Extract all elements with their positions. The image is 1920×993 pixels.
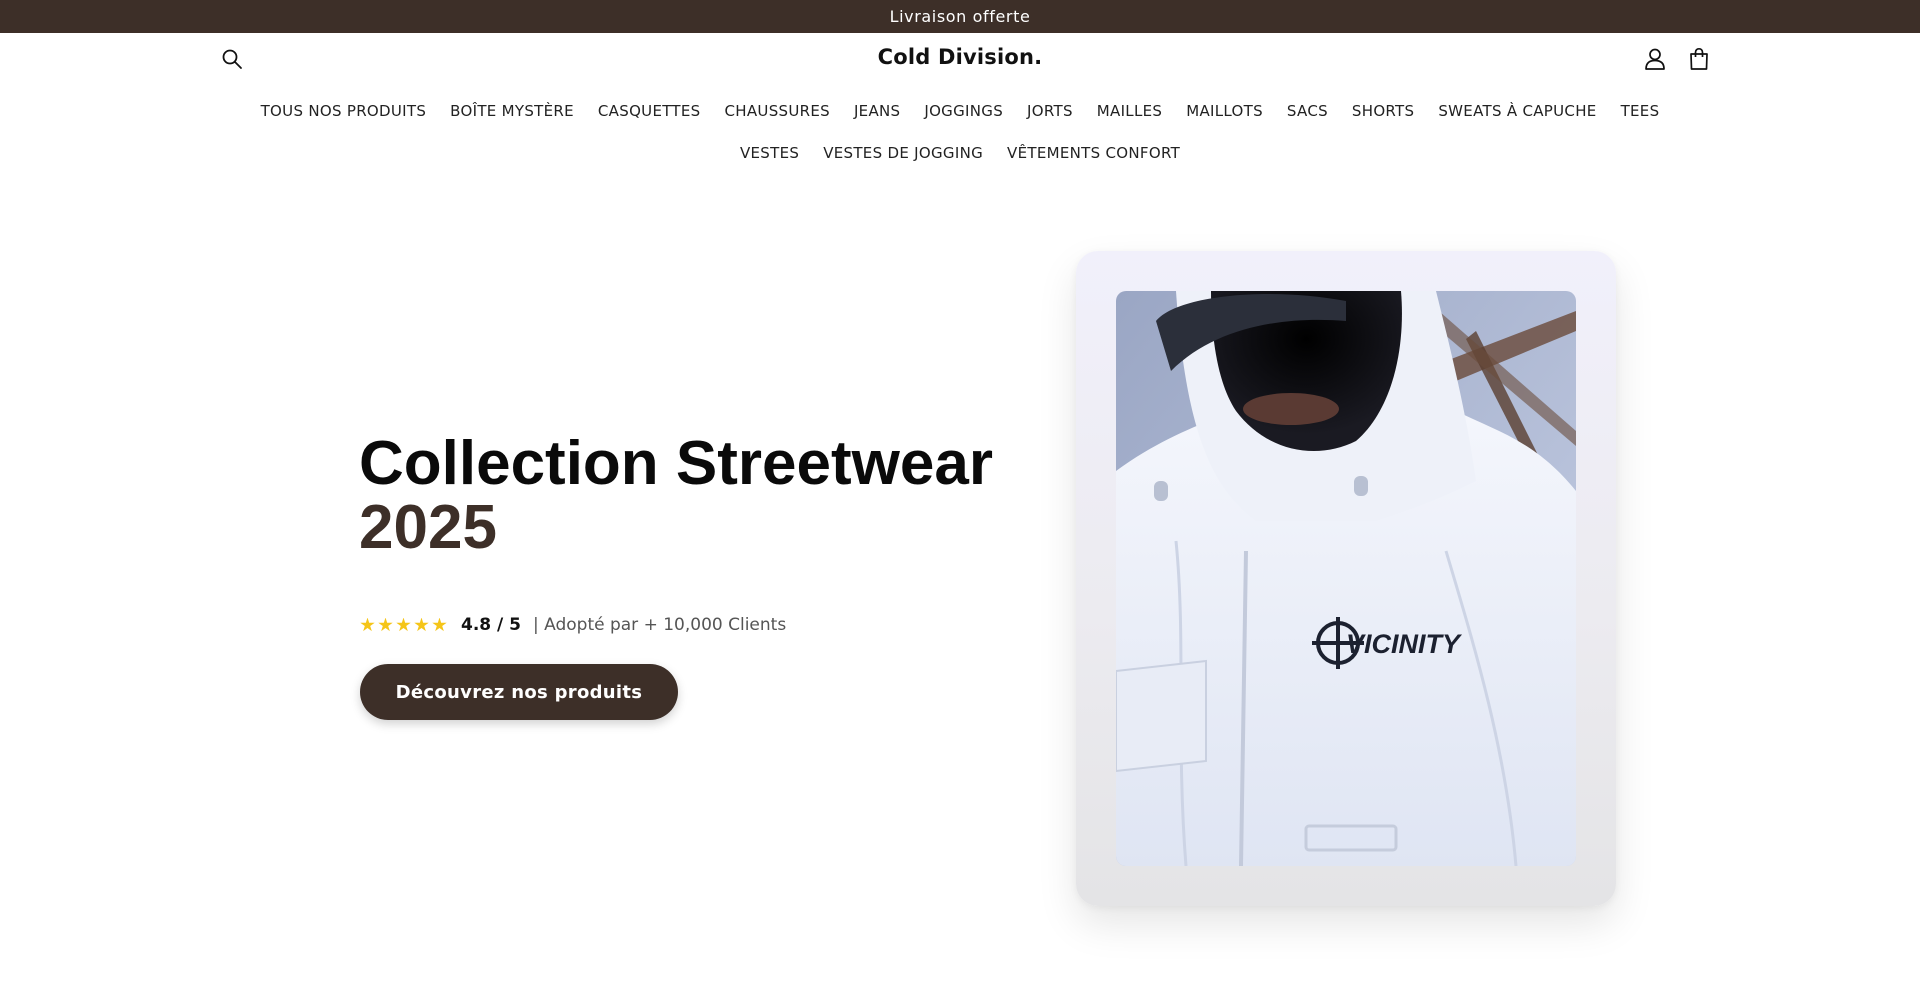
nav-item-boite-mystere[interactable]: BOÎTE MYSTÈRE xyxy=(438,99,586,123)
nav-item-tous-nos-produits[interactable]: TOUS NOS PRODUITS xyxy=(249,99,439,123)
star-icon xyxy=(396,617,411,632)
nav-item-sweats-a-capuche[interactable]: SWEATS À CAPUCHE xyxy=(1426,99,1608,123)
nav-item-casquettes[interactable]: CASQUETTES xyxy=(586,99,713,123)
nav-item-jeans[interactable]: JEANS xyxy=(842,99,912,123)
star-rating xyxy=(360,617,447,633)
nav-item-shorts[interactable]: SHORTS xyxy=(1340,99,1426,123)
nav-item-mailles[interactable]: MAILLES xyxy=(1085,99,1174,123)
account-button[interactable] xyxy=(1641,44,1669,74)
brand-logo-wrap: Cold Division. xyxy=(0,45,1920,69)
cart-button[interactable] xyxy=(1685,44,1713,74)
star-icon xyxy=(414,617,429,632)
account-icon xyxy=(1645,48,1665,70)
announcement-bar: Livraison offerte xyxy=(0,0,1920,33)
search-icon xyxy=(222,49,242,69)
hooded-jacket-illustration: VICINITY xyxy=(1116,291,1576,866)
star-icon xyxy=(378,617,393,632)
hero-image-card: VICINITY xyxy=(1076,251,1616,906)
rating-row: 4.8 / 5 | Adopté par + 10,000 Clients xyxy=(360,612,786,638)
nav-item-vestes-de-jogging[interactable]: VESTES DE JOGGING xyxy=(811,141,995,165)
hero-title-line2: 2025 xyxy=(359,493,497,562)
star-icon xyxy=(432,617,447,632)
nav-item-joggings[interactable]: JOGGINGS xyxy=(912,99,1015,123)
rating-score: 4.8 / 5 xyxy=(461,615,521,635)
nav-item-jorts[interactable]: JORTS xyxy=(1015,99,1085,123)
nav-row-2: VESTES VESTES DE JOGGING VÊTEMENTS CONFO… xyxy=(0,141,1920,165)
nav-item-chaussures[interactable]: CHAUSSURES xyxy=(713,99,842,123)
hero-product-image[interactable]: VICINITY xyxy=(1116,291,1576,866)
vicinity-logo-text: VICINITY xyxy=(1346,629,1463,659)
nav-item-tees[interactable]: TEES xyxy=(1609,99,1672,123)
brand-logo[interactable]: Cold Division. xyxy=(878,45,1043,69)
nav-row-1: TOUS NOS PRODUITS BOÎTE MYSTÈRE CASQUETT… xyxy=(0,99,1920,123)
shopping-bag-icon xyxy=(1690,47,1708,70)
rating-adopted-text: | Adopté par + 10,000 Clients xyxy=(533,615,787,635)
announcement-text: Livraison offerte xyxy=(889,7,1031,26)
hero-title-line1: Collection Streetwear xyxy=(359,429,993,498)
nav-item-maillots[interactable]: MAILLOTS xyxy=(1174,99,1275,123)
discover-products-button[interactable]: Découvrez nos produits xyxy=(360,664,678,720)
nav-item-vetements-confort[interactable]: VÊTEMENTS CONFORT xyxy=(995,141,1192,165)
nav-item-vestes[interactable]: VESTES xyxy=(728,141,811,165)
nav-item-sacs[interactable]: SACS xyxy=(1275,99,1340,123)
star-icon xyxy=(360,617,375,632)
hero-title: Collection Streetwear 2025 xyxy=(359,432,1059,560)
site-header: Cold Division. xyxy=(0,33,1920,85)
search-button[interactable] xyxy=(218,45,246,73)
